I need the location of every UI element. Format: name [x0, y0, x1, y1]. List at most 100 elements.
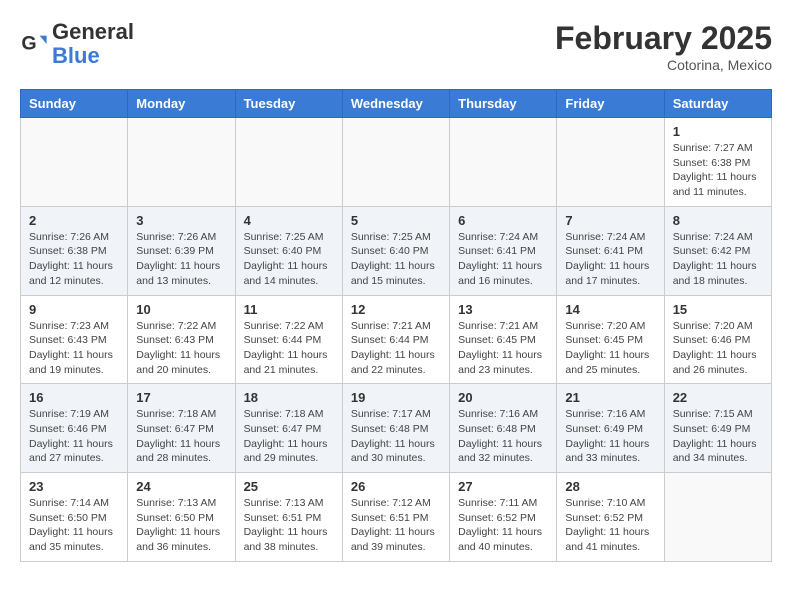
- calendar-week-3: 9 Sunrise: 7:23 AM Sunset: 6:43 PM Daylig…: [21, 295, 772, 384]
- day-number: 6: [458, 213, 548, 228]
- day-info: Sunrise: 7:22 AM Sunset: 6:44 PM Dayligh…: [244, 319, 334, 378]
- title-area: February 2025 Cotorina, Mexico: [555, 20, 772, 73]
- day-number: 14: [565, 302, 655, 317]
- day-number: 18: [244, 390, 334, 405]
- calendar-cell: 2Sunrise: 7:26 AM Sunset: 6:38 PM Daylig…: [21, 206, 128, 295]
- day-number: 13: [458, 302, 548, 317]
- calendar-cell: 13 Sunrise: 7:21 AM Sunset: 6:45 PM Dayli…: [450, 295, 557, 384]
- page-header: G GeneralBlue February 2025 Cotorina, Me…: [20, 20, 772, 73]
- day-info: Sunrise: 7:26 AM Sunset: 6:38 PM Dayligh…: [29, 230, 119, 289]
- day-info: Sunrise: 7:24 AM Sunset: 6:41 PM Dayligh…: [565, 230, 655, 289]
- calendar-cell: 4 Sunrise: 7:25 AM Sunset: 6:40 PM Daylig…: [235, 206, 342, 295]
- day-number: 8: [673, 213, 763, 228]
- calendar-cell: 16 Sunrise: 7:19 AM Sunset: 6:46 PM Dayli…: [21, 384, 128, 473]
- logo-icon: G: [20, 30, 48, 58]
- day-info: Sunrise: 7:17 AM Sunset: 6:48 PM Dayligh…: [351, 407, 441, 466]
- calendar-cell: 25Sunrise: 7:13 AM Sunset: 6:51 PM Dayli…: [235, 473, 342, 562]
- day-info: Sunrise: 7:23 AM Sunset: 6:43 PM Dayligh…: [29, 319, 119, 378]
- svg-text:G: G: [21, 33, 36, 55]
- calendar-header-row: SundayMondayTuesdayWednesdayThursdayFrid…: [21, 90, 772, 118]
- day-number: 22: [673, 390, 763, 405]
- day-number: 9: [29, 302, 119, 317]
- day-info: Sunrise: 7:13 AM Sunset: 6:50 PM Dayligh…: [136, 496, 226, 555]
- day-number: 24: [136, 479, 226, 494]
- day-info: Sunrise: 7:24 AM Sunset: 6:42 PM Dayligh…: [673, 230, 763, 289]
- calendar-cell: 20 Sunrise: 7:16 AM Sunset: 6:48 PM Dayli…: [450, 384, 557, 473]
- day-number: 28: [565, 479, 655, 494]
- day-info: Sunrise: 7:10 AM Sunset: 6:52 PM Dayligh…: [565, 496, 655, 555]
- day-number: 16: [29, 390, 119, 405]
- day-header-saturday: Saturday: [664, 90, 771, 118]
- day-header-monday: Monday: [128, 90, 235, 118]
- day-info: Sunrise: 7:11 AM Sunset: 6:52 PM Dayligh…: [458, 496, 548, 555]
- day-number: 21: [565, 390, 655, 405]
- day-number: 1: [673, 124, 763, 139]
- day-number: 26: [351, 479, 441, 494]
- day-info: Sunrise: 7:20 AM Sunset: 6:45 PM Dayligh…: [565, 319, 655, 378]
- day-info: Sunrise: 7:16 AM Sunset: 6:48 PM Dayligh…: [458, 407, 548, 466]
- calendar-cell: [235, 118, 342, 207]
- day-number: 7: [565, 213, 655, 228]
- logo: G GeneralBlue: [20, 20, 134, 68]
- day-info: Sunrise: 7:21 AM Sunset: 6:45 PM Dayligh…: [458, 319, 548, 378]
- calendar-week-5: 23 Sunrise: 7:14 AM Sunset: 6:50 PM Dayli…: [21, 473, 772, 562]
- day-number: 11: [244, 302, 334, 317]
- calendar-cell: 1 Sunrise: 7:27 AM Sunset: 6:38 PM Daylig…: [664, 118, 771, 207]
- day-info: Sunrise: 7:13 AM Sunset: 6:51 PM Dayligh…: [244, 496, 334, 555]
- calendar-cell: [21, 118, 128, 207]
- day-info: Sunrise: 7:14 AM Sunset: 6:50 PM Dayligh…: [29, 496, 119, 555]
- calendar-cell: [557, 118, 664, 207]
- day-info: Sunrise: 7:16 AM Sunset: 6:49 PM Dayligh…: [565, 407, 655, 466]
- day-number: 15: [673, 302, 763, 317]
- calendar-cell: 14 Sunrise: 7:20 AM Sunset: 6:45 PM Dayli…: [557, 295, 664, 384]
- calendar-cell: 21 Sunrise: 7:16 AM Sunset: 6:49 PM Dayli…: [557, 384, 664, 473]
- month-title: February 2025: [555, 20, 772, 57]
- day-number: 23: [29, 479, 119, 494]
- calendar-cell: 17Sunrise: 7:18 AM Sunset: 6:47 PM Dayli…: [128, 384, 235, 473]
- calendar-cell: [664, 473, 771, 562]
- day-info: Sunrise: 7:26 AM Sunset: 6:39 PM Dayligh…: [136, 230, 226, 289]
- day-info: Sunrise: 7:19 AM Sunset: 6:46 PM Dayligh…: [29, 407, 119, 466]
- calendar-cell: 5Sunrise: 7:25 AM Sunset: 6:40 PM Daylig…: [342, 206, 449, 295]
- day-info: Sunrise: 7:21 AM Sunset: 6:44 PM Dayligh…: [351, 319, 441, 378]
- day-header-thursday: Thursday: [450, 90, 557, 118]
- day-number: 12: [351, 302, 441, 317]
- calendar-cell: 15 Sunrise: 7:20 AM Sunset: 6:46 PM Dayli…: [664, 295, 771, 384]
- location: Cotorina, Mexico: [555, 57, 772, 73]
- calendar-cell: 26 Sunrise: 7:12 AM Sunset: 6:51 PM Dayli…: [342, 473, 449, 562]
- calendar-cell: 8 Sunrise: 7:24 AM Sunset: 6:42 PM Daylig…: [664, 206, 771, 295]
- calendar-cell: [342, 118, 449, 207]
- calendar-cell: 27Sunrise: 7:11 AM Sunset: 6:52 PM Dayli…: [450, 473, 557, 562]
- day-info: Sunrise: 7:12 AM Sunset: 6:51 PM Dayligh…: [351, 496, 441, 555]
- day-info: Sunrise: 7:27 AM Sunset: 6:38 PM Dayligh…: [673, 141, 763, 200]
- day-info: Sunrise: 7:25 AM Sunset: 6:40 PM Dayligh…: [244, 230, 334, 289]
- calendar-cell: [128, 118, 235, 207]
- calendar-week-1: 1 Sunrise: 7:27 AM Sunset: 6:38 PM Daylig…: [21, 118, 772, 207]
- day-number: 3: [136, 213, 226, 228]
- day-info: Sunrise: 7:24 AM Sunset: 6:41 PM Dayligh…: [458, 230, 548, 289]
- calendar-cell: 19 Sunrise: 7:17 AM Sunset: 6:48 PM Dayli…: [342, 384, 449, 473]
- calendar-cell: 11 Sunrise: 7:22 AM Sunset: 6:44 PM Dayli…: [235, 295, 342, 384]
- day-number: 10: [136, 302, 226, 317]
- day-info: Sunrise: 7:25 AM Sunset: 6:40 PM Dayligh…: [351, 230, 441, 289]
- day-info: Sunrise: 7:20 AM Sunset: 6:46 PM Dayligh…: [673, 319, 763, 378]
- calendar-week-4: 16 Sunrise: 7:19 AM Sunset: 6:46 PM Dayli…: [21, 384, 772, 473]
- day-number: 4: [244, 213, 334, 228]
- calendar-cell: 3 Sunrise: 7:26 AM Sunset: 6:39 PM Daylig…: [128, 206, 235, 295]
- calendar-cell: 28 Sunrise: 7:10 AM Sunset: 6:52 PM Dayli…: [557, 473, 664, 562]
- day-header-wednesday: Wednesday: [342, 90, 449, 118]
- calendar-cell: 18 Sunrise: 7:18 AM Sunset: 6:47 PM Dayli…: [235, 384, 342, 473]
- calendar: SundayMondayTuesdayWednesdayThursdayFrid…: [20, 89, 772, 562]
- day-header-sunday: Sunday: [21, 90, 128, 118]
- day-number: 20: [458, 390, 548, 405]
- day-info: Sunrise: 7:18 AM Sunset: 6:47 PM Dayligh…: [244, 407, 334, 466]
- calendar-cell: 7 Sunrise: 7:24 AM Sunset: 6:41 PM Daylig…: [557, 206, 664, 295]
- calendar-cell: 22 Sunrise: 7:15 AM Sunset: 6:49 PM Dayli…: [664, 384, 771, 473]
- calendar-cell: 9 Sunrise: 7:23 AM Sunset: 6:43 PM Daylig…: [21, 295, 128, 384]
- day-info: Sunrise: 7:15 AM Sunset: 6:49 PM Dayligh…: [673, 407, 763, 466]
- calendar-cell: 12 Sunrise: 7:21 AM Sunset: 6:44 PM Dayli…: [342, 295, 449, 384]
- day-header-tuesday: Tuesday: [235, 90, 342, 118]
- calendar-week-2: 2Sunrise: 7:26 AM Sunset: 6:38 PM Daylig…: [21, 206, 772, 295]
- logo-text: GeneralBlue: [52, 20, 134, 68]
- day-number: 19: [351, 390, 441, 405]
